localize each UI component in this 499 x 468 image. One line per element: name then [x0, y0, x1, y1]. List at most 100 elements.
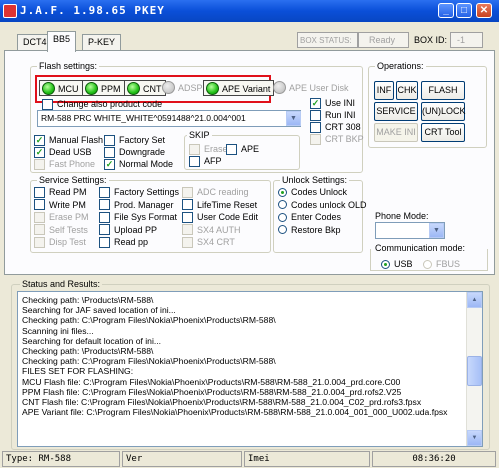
fbus-option[interactable]: FBUS	[423, 258, 460, 270]
skip-erase-option[interactable]: Erase	[189, 143, 228, 155]
run-ini-option[interactable]: Run INI	[310, 109, 364, 121]
service-col3-4-checkbox[interactable]	[182, 236, 193, 248]
service-col2-1-option[interactable]: Prod. Manager	[99, 199, 179, 212]
scroll-down-icon[interactable]: ▼	[467, 430, 482, 446]
factory-set-checkbox[interactable]	[104, 134, 115, 146]
fast-phone-option[interactable]: Fast Phone	[34, 158, 104, 170]
change-product-code-option[interactable]: Change also product code	[42, 98, 162, 110]
service-col2-2-checkbox[interactable]	[99, 211, 110, 223]
service-col3-2-checkbox[interactable]	[182, 211, 193, 223]
crt-308-option[interactable]: CRT 308	[310, 121, 364, 133]
log-scrollbar[interactable]: ▲ ▼	[466, 292, 482, 446]
service-col3-3-checkbox[interactable]	[182, 224, 193, 236]
unlock-radio-3[interactable]	[278, 225, 287, 235]
manual-flash-checkbox[interactable]: ✓	[34, 134, 45, 146]
downgrade-checkbox[interactable]	[104, 146, 115, 158]
fbus-radio[interactable]	[423, 259, 432, 269]
service-col3-1-label: LifeTime Reset	[197, 199, 258, 210]
manual-flash-option[interactable]: ✓ Manual Flash	[34, 134, 104, 146]
service-col1-2-option[interactable]: Erase PM	[34, 211, 89, 224]
service-col2-4-checkbox[interactable]	[99, 236, 110, 248]
close-button[interactable]: ✕	[476, 3, 492, 18]
service-col2-1-checkbox[interactable]	[99, 199, 110, 211]
usb-option[interactable]: USB	[381, 258, 413, 270]
change-product-code-checkbox[interactable]	[42, 98, 53, 110]
service-col3-1-checkbox[interactable]	[182, 199, 193, 211]
tab-pkey[interactable]: P-KEY	[82, 34, 122, 51]
service-col1-3-option[interactable]: Self Tests	[34, 224, 89, 237]
normal-mode-option[interactable]: ✓ Normal Mode	[104, 158, 184, 170]
usb-radio[interactable]	[381, 259, 390, 269]
crt-tool-button[interactable]: CRT Tool	[421, 123, 465, 142]
flash-button[interactable]: FLASH	[421, 81, 465, 100]
use-ini-checkbox[interactable]: ✓	[310, 97, 321, 109]
skip-afp-checkbox[interactable]	[189, 155, 200, 167]
service-col1-1-checkbox[interactable]	[34, 199, 45, 211]
service-col1-4-option[interactable]: Disp Test	[34, 236, 89, 249]
crt-bkp-checkbox[interactable]	[310, 133, 321, 145]
factory-set-option[interactable]: Factory Set	[104, 134, 184, 146]
box-status-label: BOX STATUS:	[297, 32, 358, 48]
cnt-toggle[interactable]: CNT	[124, 80, 166, 96]
product-code-select[interactable]: RM-588 PRC WHITE_WHITE^0591488^21.0.004^…	[37, 110, 301, 127]
service-col1-0-checkbox[interactable]	[34, 186, 45, 198]
service-col2-4-option[interactable]: Read pp	[99, 236, 179, 249]
skip-ape-checkbox[interactable]	[226, 143, 237, 155]
service-col3-2-option[interactable]: User Code Edit	[182, 211, 258, 224]
unlock-radio-0[interactable]	[278, 187, 287, 197]
service-col1-3-checkbox[interactable]	[34, 224, 45, 236]
unlock-radio-1[interactable]	[278, 200, 287, 210]
service-col1-4-checkbox[interactable]	[34, 236, 45, 248]
scroll-thumb[interactable]	[467, 356, 482, 386]
unlock-button[interactable]: (UN)LOCK	[421, 102, 466, 121]
unlock-option-2[interactable]: Enter Codes	[278, 211, 367, 224]
skip-afp-option[interactable]: AFP	[189, 155, 222, 167]
service-col1-0-option[interactable]: Read PM	[34, 186, 89, 199]
dead-usb-option[interactable]: ✓ Dead USB	[34, 146, 104, 158]
service-col3-1-option[interactable]: LifeTime Reset	[182, 199, 258, 212]
minimize-button[interactable]: _	[438, 3, 454, 18]
service-col3-3-option[interactable]: SX4 AUTH	[182, 224, 258, 237]
use-ini-option[interactable]: ✓ Use INI	[310, 97, 364, 109]
service-col2-3-option[interactable]: Upload PP	[99, 224, 179, 237]
unlock-radio-2[interactable]	[278, 212, 287, 222]
service-col2-1-label: Prod. Manager	[114, 199, 174, 210]
downgrade-option[interactable]: Downgrade	[104, 146, 184, 158]
chk-button[interactable]: CHK	[396, 81, 418, 100]
phone-mode-chevron-icon[interactable]: ▼	[429, 223, 444, 238]
tab-bb5[interactable]: BB5	[47, 31, 77, 52]
service-col2-3-checkbox[interactable]	[99, 224, 110, 236]
maximize-button[interactable]: □	[456, 3, 472, 18]
run-ini-label: Run INI	[325, 110, 356, 120]
adsp-toggle[interactable]: ADSP	[162, 81, 203, 94]
service-col3-0-option[interactable]: ADC reading	[182, 186, 258, 199]
unlock-option-3[interactable]: Restore Bkp	[278, 224, 367, 237]
service-col2-0-option[interactable]: Factory Settings	[99, 186, 179, 199]
unlock-option-0[interactable]: Codes Unlock	[278, 186, 367, 199]
chevron-down-icon[interactable]: ▼	[286, 111, 301, 126]
service-col3-0-checkbox[interactable]	[182, 186, 193, 198]
service-col1-1-option[interactable]: Write PM	[34, 199, 89, 212]
crt-308-checkbox[interactable]	[310, 121, 321, 133]
ape-user-disk-toggle[interactable]: APE User Disk	[273, 81, 349, 94]
scroll-up-icon[interactable]: ▲	[467, 292, 482, 308]
inf-button[interactable]: INF	[374, 81, 394, 100]
status-log[interactable]: Checking path: \Products\RM-588\ Searchin…	[17, 291, 483, 447]
service-col2-2-option[interactable]: File Sys Format	[99, 211, 179, 224]
service-button[interactable]: SERVICE	[374, 102, 418, 121]
normal-mode-checkbox[interactable]: ✓	[104, 158, 115, 170]
crt-bkp-option[interactable]: CRT BKP	[310, 133, 364, 145]
service-col2-0-checkbox[interactable]	[99, 186, 110, 198]
ape-variant-toggle[interactable]: APE Variant	[203, 80, 275, 96]
service-col1-2-checkbox[interactable]	[34, 211, 45, 223]
make-ini-button[interactable]: MAKE INI	[374, 123, 418, 142]
dead-usb-checkbox[interactable]: ✓	[34, 146, 45, 158]
fast-phone-checkbox[interactable]	[34, 158, 45, 170]
skip-ape-option[interactable]: APE	[226, 143, 259, 155]
mcu-toggle[interactable]: MCU	[39, 80, 83, 96]
ppm-toggle[interactable]: PPM	[82, 80, 125, 96]
unlock-option-1[interactable]: Codes unlock OLD	[278, 199, 367, 212]
service-col3-4-option[interactable]: SX4 CRT	[182, 236, 258, 249]
run-ini-checkbox[interactable]	[310, 109, 321, 121]
skip-erase-checkbox[interactable]	[189, 143, 200, 155]
